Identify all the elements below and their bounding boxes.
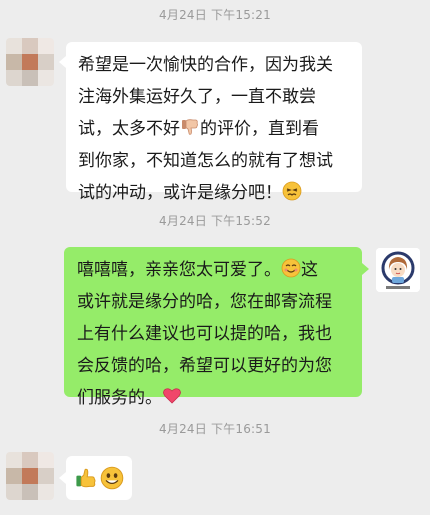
timestamp: 4月24日 下午15:21: [159, 8, 271, 22]
message-line: 试的冲动，或许是缘分吧！: [78, 177, 362, 209]
contact-avatar[interactable]: [6, 452, 54, 500]
message-line: 上有什么建议也可以提的哈，我也: [77, 324, 332, 344]
embarrassed-face-icon: [282, 181, 302, 201]
contact-avatar[interactable]: [6, 38, 54, 86]
bubble-tail: [362, 263, 369, 275]
my-avatar[interactable]: [376, 248, 420, 292]
cartoon-avatar-icon: [376, 248, 420, 292]
thumbs-down-icon: [182, 119, 198, 135]
timestamp: 4月24日 下午16:51: [159, 422, 271, 436]
message-line: 希望是一次愉快的合作，因为我关: [78, 55, 333, 75]
message-line: 注海外集运好久了，一直不敢尝: [78, 87, 316, 107]
bubble-tail: [59, 472, 66, 484]
smiling-face-icon: [100, 466, 124, 490]
sent-message-bubble[interactable]: 嘻嘻嘻，亲亲您太可爱了。这 或许就是缘分的哈，您在邮寄流程 上有什么建议也可以提…: [64, 247, 362, 408]
message-line: 或许就是缘分的哈，您在邮寄流程: [77, 292, 332, 312]
timestamp: 4月24日 下午15:52: [159, 214, 271, 228]
message-line: 嘻嘻嘻，亲亲您太可爱了。这: [77, 258, 318, 280]
bubble-tail: [59, 56, 66, 68]
message-line: 到你家，不知道怎么的就有了想试: [78, 151, 333, 171]
smiling-face-icon: [281, 258, 301, 278]
red-heart-icon: [163, 388, 181, 404]
message-line: 会反馈的哈，希望可以更好的为您: [77, 356, 332, 376]
received-message-bubble[interactable]: 希望是一次愉快的合作，因为我关 注海外集运好久了，一直不敢尝 试，太多不好 的评价…: [66, 42, 362, 203]
message-line: 试，太多不好 的评价，直到看: [78, 119, 319, 139]
received-message-bubble[interactable]: [66, 456, 132, 500]
message-line: 们服务的。: [77, 382, 362, 414]
thumbs-up-icon: [76, 468, 96, 488]
